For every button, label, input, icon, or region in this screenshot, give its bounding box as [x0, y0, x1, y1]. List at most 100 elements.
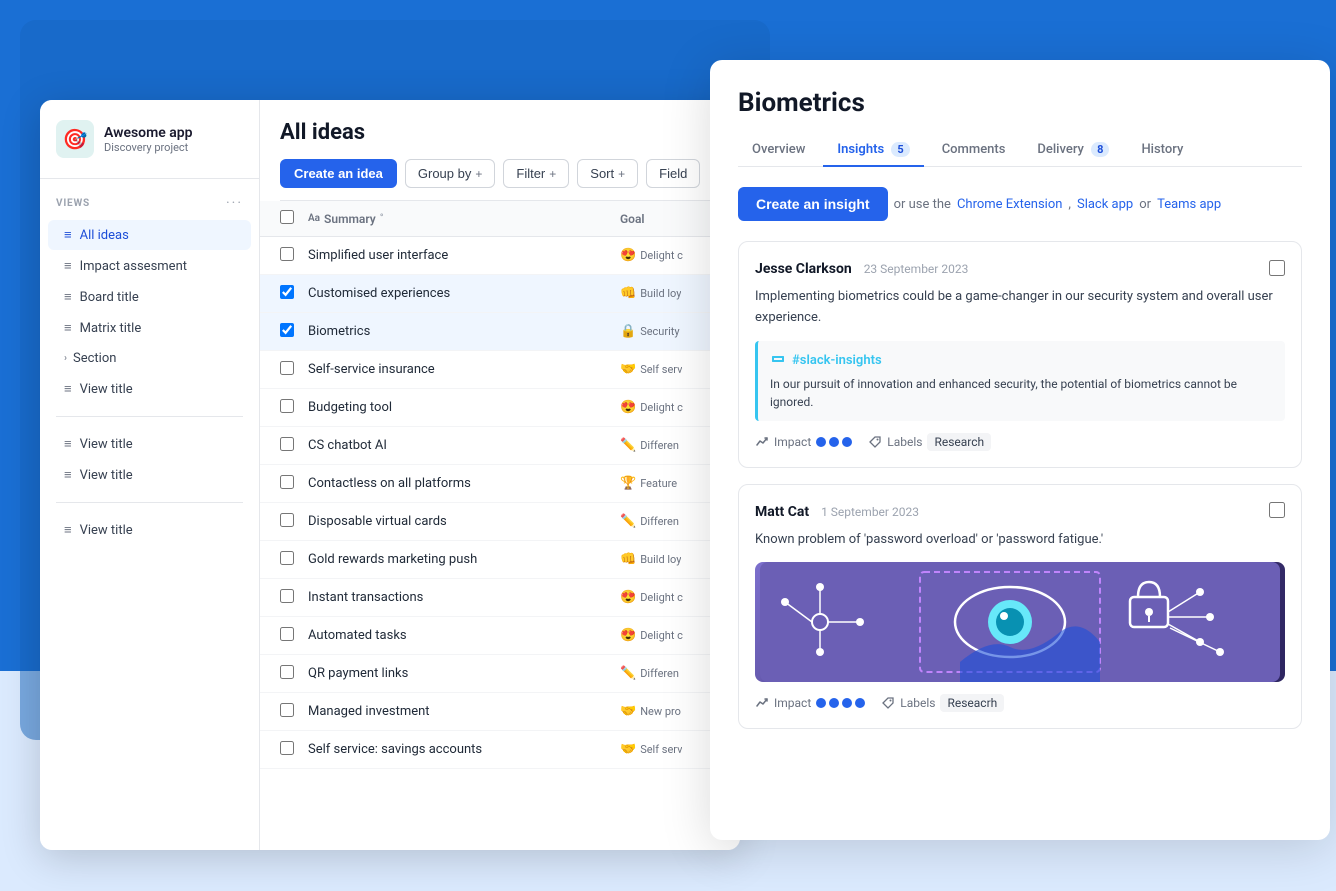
list-icon: ≡ — [64, 320, 72, 336]
sidebar-item-label: Section — [73, 351, 116, 366]
dot — [829, 437, 839, 447]
sidebar-item-section[interactable]: › Section — [48, 344, 251, 373]
row-checkbox[interactable] — [280, 475, 294, 489]
select-all-checkbox[interactable] — [280, 210, 294, 224]
chrome-extension-link[interactable]: Chrome Extension — [957, 197, 1062, 212]
sidebar-item-view-title-4[interactable]: ≡ View title — [48, 515, 251, 545]
toolbar: Create an idea Group by + Filter + Sort … — [280, 159, 720, 201]
row-summary: Managed investment — [308, 704, 620, 719]
filter-button[interactable]: Filter + — [503, 159, 569, 188]
plus-icon: + — [475, 167, 482, 181]
goal-emoji: ✏️ — [620, 514, 636, 529]
sidebar-item-label: Board title — [80, 290, 139, 305]
row-checkbox[interactable] — [280, 665, 294, 679]
teams-app-link[interactable]: Teams app — [1157, 197, 1221, 212]
plus-icon: + — [618, 167, 625, 181]
sort-button[interactable]: Sort + — [577, 159, 638, 188]
insight-checkbox-2[interactable] — [1269, 502, 1285, 518]
table-row[interactable]: Contactless on all platforms 🏆 Feature — [260, 465, 740, 503]
goal-text: Security — [640, 325, 679, 338]
tab-comments[interactable]: Comments — [928, 134, 1020, 167]
row-checkbox[interactable] — [280, 323, 294, 337]
row-checkbox[interactable] — [280, 399, 294, 413]
labels-item-2: Labels Reseacrh — [881, 694, 1004, 712]
sidebar-divider-2 — [56, 502, 243, 503]
insight-date-2: 1 September 2023 — [821, 505, 919, 519]
row-checkbox[interactable] — [280, 627, 294, 641]
slack-block-1: #slack-insights In our pursuit of innova… — [755, 341, 1285, 421]
insight-checkbox-1[interactable] — [1269, 260, 1285, 276]
table-row[interactable]: Self-service insurance 🤝 Self serv — [260, 351, 740, 389]
detail-panel: Biometrics Overview Insights 5 Comments … — [710, 60, 1330, 840]
tab-overview[interactable]: Overview — [738, 134, 819, 167]
impact-item-1: Impact — [755, 435, 852, 449]
views-menu-button[interactable]: ··· — [226, 195, 243, 211]
table-row[interactable]: Disposable virtual cards ✏️ Differen — [260, 503, 740, 541]
list-icon: ≡ — [64, 289, 72, 305]
dot — [829, 698, 839, 708]
table-row[interactable]: Gold rewards marketing push 👊 Build loy — [260, 541, 740, 579]
views-label: VIEWS — [56, 198, 90, 209]
labels-label: Labels — [887, 435, 922, 449]
table-row[interactable]: Instant transactions 😍 Delight c — [260, 579, 740, 617]
sidebar-item-view-title-3[interactable]: ≡ View title — [48, 460, 251, 490]
row-checkbox[interactable] — [280, 247, 294, 261]
sidebar-item-all-ideas[interactable]: ≡ All ideas — [48, 220, 251, 250]
slack-icon — [770, 351, 786, 371]
tab-history[interactable]: History — [1127, 134, 1197, 167]
row-checkbox-container — [280, 436, 308, 455]
row-checkbox[interactable] — [280, 513, 294, 527]
insight-author-1: Jesse Clarkson — [755, 261, 852, 277]
sidebar-item-view-title-2[interactable]: ≡ View title — [48, 429, 251, 459]
row-summary: Contactless on all platforms — [308, 476, 620, 491]
create-insight-button[interactable]: Create an insight — [738, 187, 888, 221]
row-checkbox[interactable] — [280, 703, 294, 717]
slack-app-link[interactable]: Slack app — [1077, 197, 1133, 212]
row-summary: CS chatbot AI — [308, 438, 620, 453]
create-idea-button[interactable]: Create an idea — [280, 159, 397, 188]
row-goal: 🤝 Self serv — [620, 742, 720, 757]
dot — [842, 698, 852, 708]
insight-body-2: Known problem of 'password overload' or … — [755, 530, 1285, 551]
sidebar-item-impact-assessment[interactable]: ≡ Impact assesment — [48, 251, 251, 281]
insight-meta-2: Impact Labels Reseacrh — [755, 694, 1285, 712]
table-row[interactable]: Automated tasks 😍 Delight c — [260, 617, 740, 655]
table-row[interactable]: Simplified user interface 😍 Delight c — [260, 237, 740, 275]
goal-text: Feature — [640, 477, 677, 490]
row-goal: ✏️ Differen — [620, 514, 720, 529]
sidebar-item-view-title-1[interactable]: ≡ View title — [48, 374, 251, 404]
row-summary: Disposable virtual cards — [308, 514, 620, 529]
table-row[interactable]: Self service: savings accounts 🤝 Self se… — [260, 731, 740, 769]
sort-indicator: ° — [380, 213, 384, 224]
group-by-button[interactable]: Group by + — [405, 159, 496, 188]
table-row[interactable]: Managed investment 🤝 New pro — [260, 693, 740, 731]
row-checkbox[interactable] — [280, 551, 294, 565]
row-checkbox[interactable] — [280, 437, 294, 451]
app-window: 🎯 Awesome app Discovery project VIEWS ··… — [40, 100, 740, 850]
sidebar-item-matrix-title[interactable]: ≡ Matrix title — [48, 313, 251, 343]
app-subtitle: Discovery project — [104, 141, 193, 154]
row-summary: Self-service insurance — [308, 362, 620, 377]
table-row[interactable]: Budgeting tool 😍 Delight c — [260, 389, 740, 427]
tab-insights[interactable]: Insights 5 — [823, 134, 923, 167]
labels-value-1: Research — [927, 433, 991, 451]
table-row[interactable]: Customised experiences 👊 Build loy — [260, 275, 740, 313]
table-rows: Simplified user interface 😍 Delight c Cu… — [260, 237, 740, 769]
sidebar-item-board-title[interactable]: ≡ Board title — [48, 282, 251, 312]
sidebar-item-label: View title — [80, 468, 133, 483]
row-checkbox[interactable] — [280, 589, 294, 603]
goal-text: Differen — [640, 667, 679, 680]
row-checkbox[interactable] — [280, 285, 294, 299]
insight-author-2: Matt Cat — [755, 504, 809, 520]
row-checkbox[interactable] — [280, 361, 294, 375]
table-row[interactable]: QR payment links ✏️ Differen — [260, 655, 740, 693]
row-checkbox[interactable] — [280, 741, 294, 755]
tab-delivery[interactable]: Delivery 8 — [1023, 134, 1123, 167]
dot — [816, 698, 826, 708]
list-icon: ≡ — [64, 467, 72, 483]
fields-button[interactable]: Field — [646, 159, 700, 188]
row-checkbox-container — [280, 246, 308, 265]
dot — [855, 698, 865, 708]
table-row[interactable]: CS chatbot AI ✏️ Differen — [260, 427, 740, 465]
table-row[interactable]: Biometrics 🔒 Security — [260, 313, 740, 351]
